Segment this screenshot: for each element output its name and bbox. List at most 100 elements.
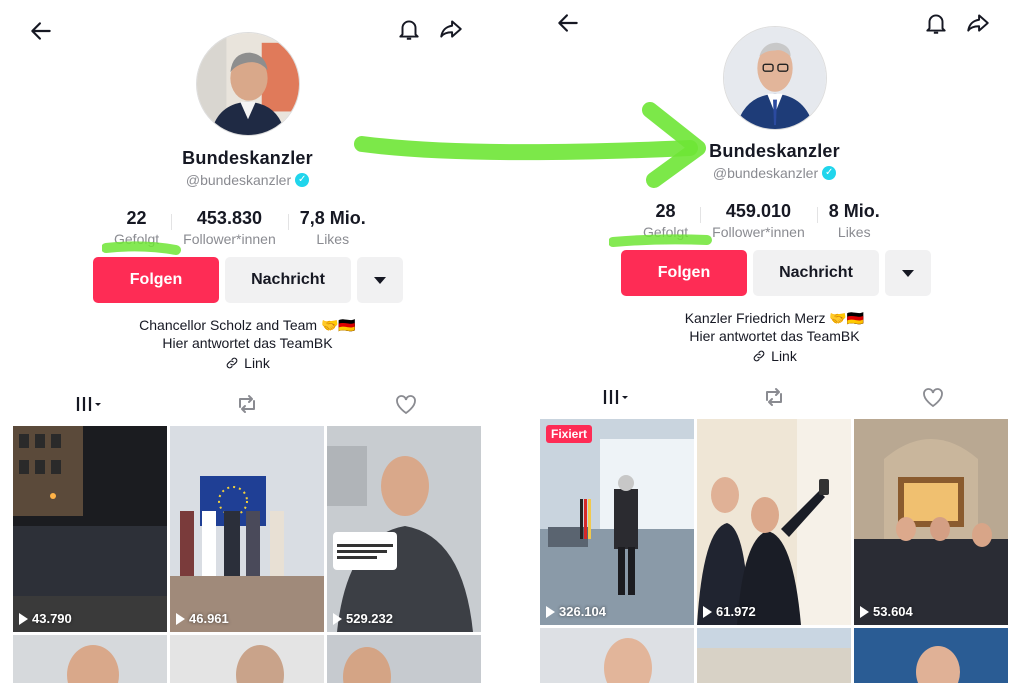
- tab-videos[interactable]: [576, 379, 656, 421]
- videos-grid-icon: [604, 390, 629, 404]
- video-tile[interactable]: 43.790: [13, 426, 167, 632]
- view-count: 529.232: [333, 611, 393, 626]
- arrow-left-icon[interactable]: [26, 16, 56, 46]
- tab-reposts[interactable]: [207, 386, 287, 422]
- likes-count: 7,8 Mio.: [299, 208, 366, 228]
- stat-followers[interactable]: 453.830 Follower*innen: [171, 208, 288, 247]
- profile-handle: @bundeskanzler ✓: [10, 172, 485, 188]
- chevron-down-icon: [374, 276, 386, 284]
- repost-icon: [239, 395, 256, 413]
- profile-stats: 28 Gefolgt 459.010 Follower*innen 8 Mio.…: [631, 201, 892, 240]
- play-icon: [333, 612, 342, 625]
- profile-panel-left: Bundeskanzler @bundeskanzler ✓ 22 Gefolg…: [10, 0, 485, 683]
- followers-count: 459.010: [725, 201, 791, 221]
- tab-reposts[interactable]: [734, 379, 814, 415]
- chevron-down-icon: [902, 269, 914, 277]
- bio-line-1: Chancellor Scholz and Team 🤝🇩🇪: [139, 317, 356, 333]
- heart-icon: [395, 395, 416, 415]
- verified-badge-icon: ✓: [822, 166, 837, 180]
- following-label: Gefolgt: [114, 231, 160, 247]
- link-icon: [753, 350, 765, 362]
- play-icon: [176, 612, 185, 625]
- profile-handle: @bundeskanzler ✓: [537, 165, 1012, 181]
- avatar[interactable]: [723, 26, 827, 130]
- more-options-button[interactable]: [885, 250, 931, 296]
- profile-bio: Chancellor Scholz and Team 🤝🇩🇪 Hier antw…: [10, 316, 485, 352]
- video-tile[interactable]: [854, 628, 1008, 683]
- video-tile[interactable]: 46.961: [170, 426, 324, 632]
- play-icon: [703, 605, 712, 618]
- video-tile[interactable]: 53.604: [854, 419, 1008, 625]
- video-grid: 43.790 46.961 529.232: [13, 426, 481, 683]
- stat-likes: 7,8 Mio. Likes: [287, 208, 378, 247]
- tab-videos[interactable]: [49, 386, 129, 428]
- action-buttons: Folgen Nachricht: [621, 250, 931, 296]
- video-tile[interactable]: [170, 635, 324, 683]
- link-label: Link: [244, 355, 270, 371]
- stat-following[interactable]: 28 Gefolgt: [631, 201, 700, 240]
- profile-stats: 22 Gefolgt 453.830 Follower*innen 7,8 Mi…: [102, 208, 378, 247]
- video-tile[interactable]: 529.232: [327, 426, 481, 632]
- stat-likes: 8 Mio. Likes: [816, 201, 892, 240]
- likes-label: Likes: [316, 231, 350, 247]
- following-count: 22: [126, 208, 147, 228]
- profile-link[interactable]: Link: [10, 355, 485, 371]
- play-icon: [19, 612, 28, 625]
- profile-name: Bundeskanzler: [182, 148, 313, 168]
- following-count: 28: [655, 201, 676, 221]
- bio-line-2: Hier antwortet das TeamBK: [162, 335, 333, 351]
- arrow-left-icon[interactable]: [553, 8, 583, 38]
- link-icon: [226, 357, 238, 369]
- message-button[interactable]: Nachricht: [225, 257, 351, 303]
- video-tile[interactable]: 61.972: [697, 419, 851, 625]
- profile-panel-right: Bundeskanzler @bundeskanzler ✓ 28 Gefolg…: [537, 0, 1012, 683]
- message-button[interactable]: Nachricht: [753, 250, 879, 296]
- following-label: Gefolgt: [643, 224, 689, 240]
- view-count: 43.790: [19, 611, 72, 626]
- bio-line-2: Hier antwortet das TeamBK: [689, 328, 860, 344]
- profile-tabs: [10, 386, 485, 428]
- pinned-badge: Fixiert: [546, 425, 593, 443]
- bio-line-1: Kanzler Friedrich Merz 🤝🇩🇪: [684, 310, 865, 326]
- view-count: 53.604: [860, 604, 913, 619]
- video-tile[interactable]: [697, 628, 851, 683]
- play-icon: [546, 605, 555, 618]
- profile-bio: Kanzler Friedrich Merz 🤝🇩🇪 Hier antworte…: [537, 309, 1012, 345]
- avatar[interactable]: [196, 32, 300, 136]
- video-tile-pinned[interactable]: Fixiert 326.104: [540, 419, 694, 625]
- likes-label: Likes: [837, 224, 871, 240]
- bell-icon[interactable]: [394, 14, 424, 44]
- heart-icon: [922, 388, 943, 408]
- view-count: 46.961: [176, 611, 229, 626]
- video-tile[interactable]: [540, 628, 694, 683]
- play-icon: [860, 605, 869, 618]
- stat-followers[interactable]: 459.010 Follower*innen: [700, 201, 817, 240]
- action-buttons: Folgen Nachricht: [93, 257, 403, 303]
- share-icon[interactable]: [436, 14, 466, 44]
- video-tile[interactable]: [327, 635, 481, 683]
- video-grid: Fixiert 326.104 61.972 53.604: [540, 419, 1008, 683]
- profile-link[interactable]: Link: [537, 348, 1012, 364]
- tab-liked[interactable]: [893, 379, 973, 415]
- videos-grid-icon: [77, 397, 102, 411]
- handle-text: @bundeskanzler: [712, 165, 819, 181]
- follow-button[interactable]: Folgen: [621, 250, 747, 296]
- stat-following[interactable]: 22 Gefolgt: [102, 208, 171, 247]
- followers-label: Follower*innen: [712, 224, 805, 240]
- verified-badge-icon: ✓: [295, 173, 310, 187]
- tab-liked[interactable]: [366, 386, 446, 422]
- followers-count: 453.830: [196, 208, 262, 228]
- link-label: Link: [771, 348, 797, 364]
- repost-icon: [766, 388, 783, 406]
- followers-label: Follower*innen: [183, 231, 276, 247]
- handle-text: @bundeskanzler: [185, 172, 292, 188]
- view-count: 61.972: [703, 604, 756, 619]
- share-icon[interactable]: [963, 8, 993, 38]
- more-options-button[interactable]: [357, 257, 403, 303]
- profile-tabs: [537, 379, 1012, 421]
- likes-count: 8 Mio.: [828, 201, 880, 221]
- video-tile[interactable]: [13, 635, 167, 683]
- view-count: 326.104: [546, 604, 606, 619]
- follow-button[interactable]: Folgen: [93, 257, 219, 303]
- bell-icon[interactable]: [921, 8, 951, 38]
